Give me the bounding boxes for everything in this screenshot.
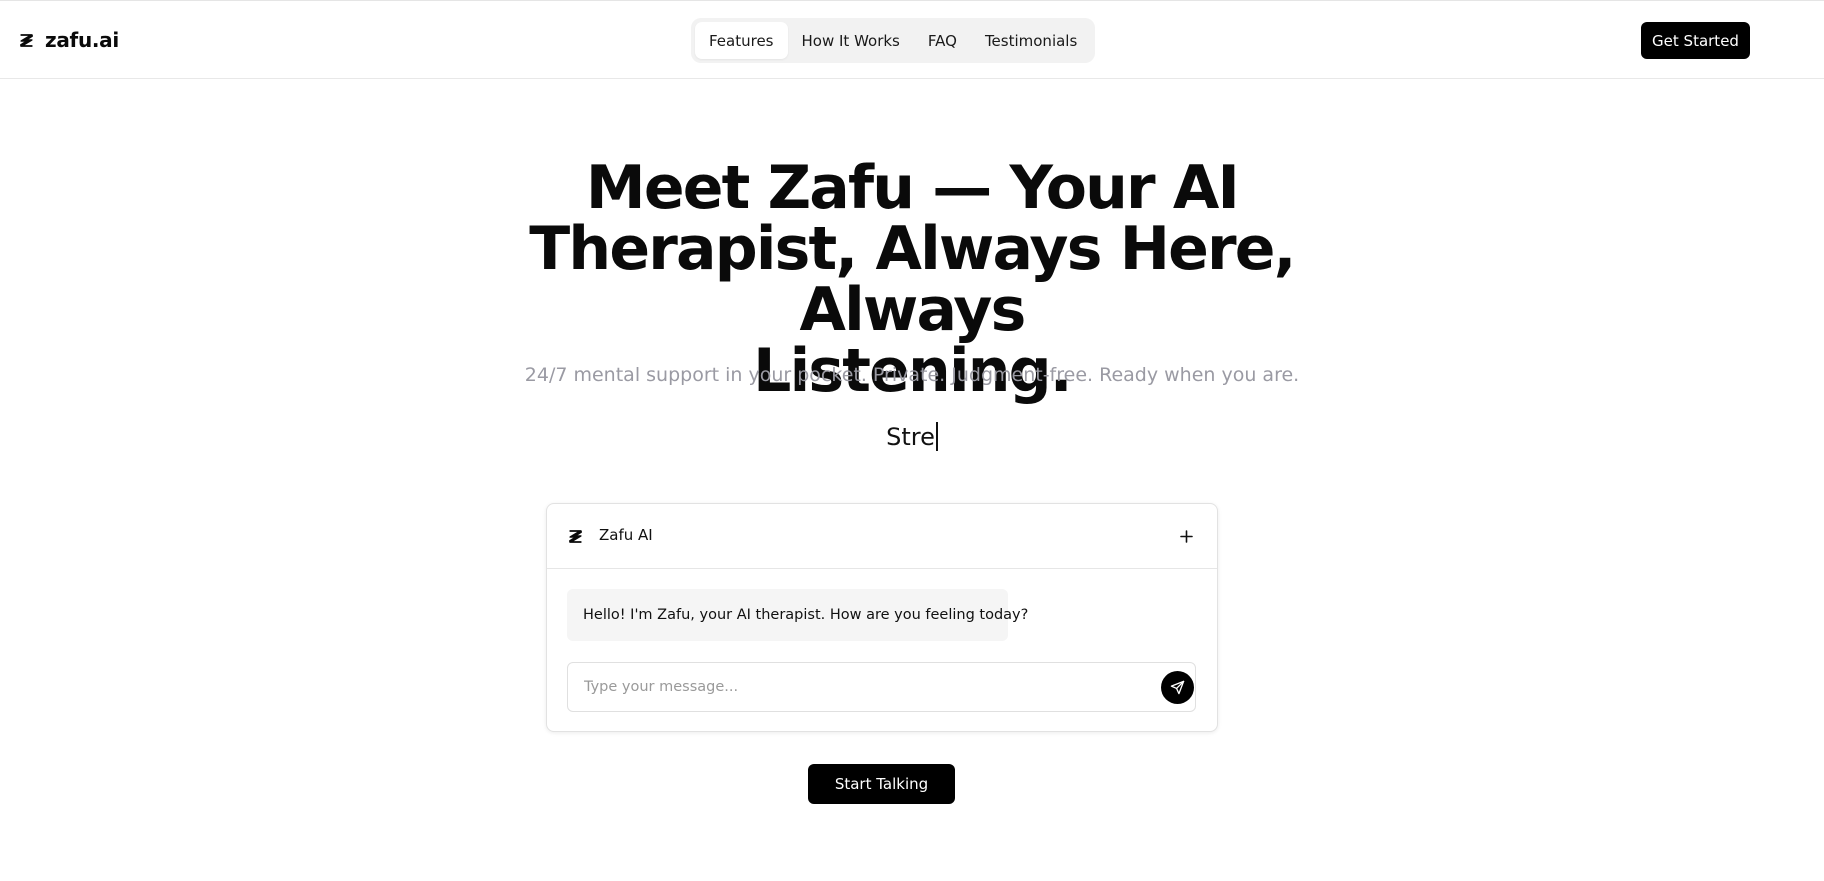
main-nav: Features How It Works FAQ Testimonials [691,18,1096,63]
typewriter-text: Stre [812,422,1012,451]
zafu-logo-icon [569,530,582,543]
message-input[interactable] [568,663,1128,711]
nav-item-testimonials[interactable]: Testimonials [971,22,1091,59]
hero-subtitle: 24/7 mental support in your pocket. Priv… [524,364,1300,386]
chat-widget: Zafu AI Hello! I'm Zafu, your AI therapi… [546,503,1218,732]
message-composer [567,662,1196,712]
hero-title-line: Meet Zafu — Your AI [585,153,1240,223]
get-started-button[interactable]: Get Started [1641,22,1750,59]
start-talking-button[interactable]: Start Talking [808,764,955,804]
plus-icon [1179,529,1193,543]
brand-name: zafu.ai [45,28,119,52]
typewriter-word: Stre [886,423,935,451]
send-icon [1170,680,1185,695]
nav-item-features[interactable]: Features [695,22,788,59]
new-chat-button[interactable] [1173,523,1199,549]
site-header: zafu.ai Features How It Works FAQ Testim… [0,2,1824,79]
text-cursor [935,422,938,451]
brand-logo[interactable]: zafu.ai [18,28,119,52]
nav-item-how-it-works[interactable]: How It Works [788,22,914,59]
hero-title-line: Therapist, Always Here, Always [529,214,1296,345]
assistant-message: Hello! I'm Zafu, your AI therapist. How … [567,589,1028,641]
chat-header: Zafu AI [547,504,1217,569]
zafu-logo-icon [20,33,33,47]
nav-item-faq[interactable]: FAQ [914,22,971,59]
chat-title: Zafu AI [599,526,653,544]
send-button[interactable] [1161,671,1194,704]
